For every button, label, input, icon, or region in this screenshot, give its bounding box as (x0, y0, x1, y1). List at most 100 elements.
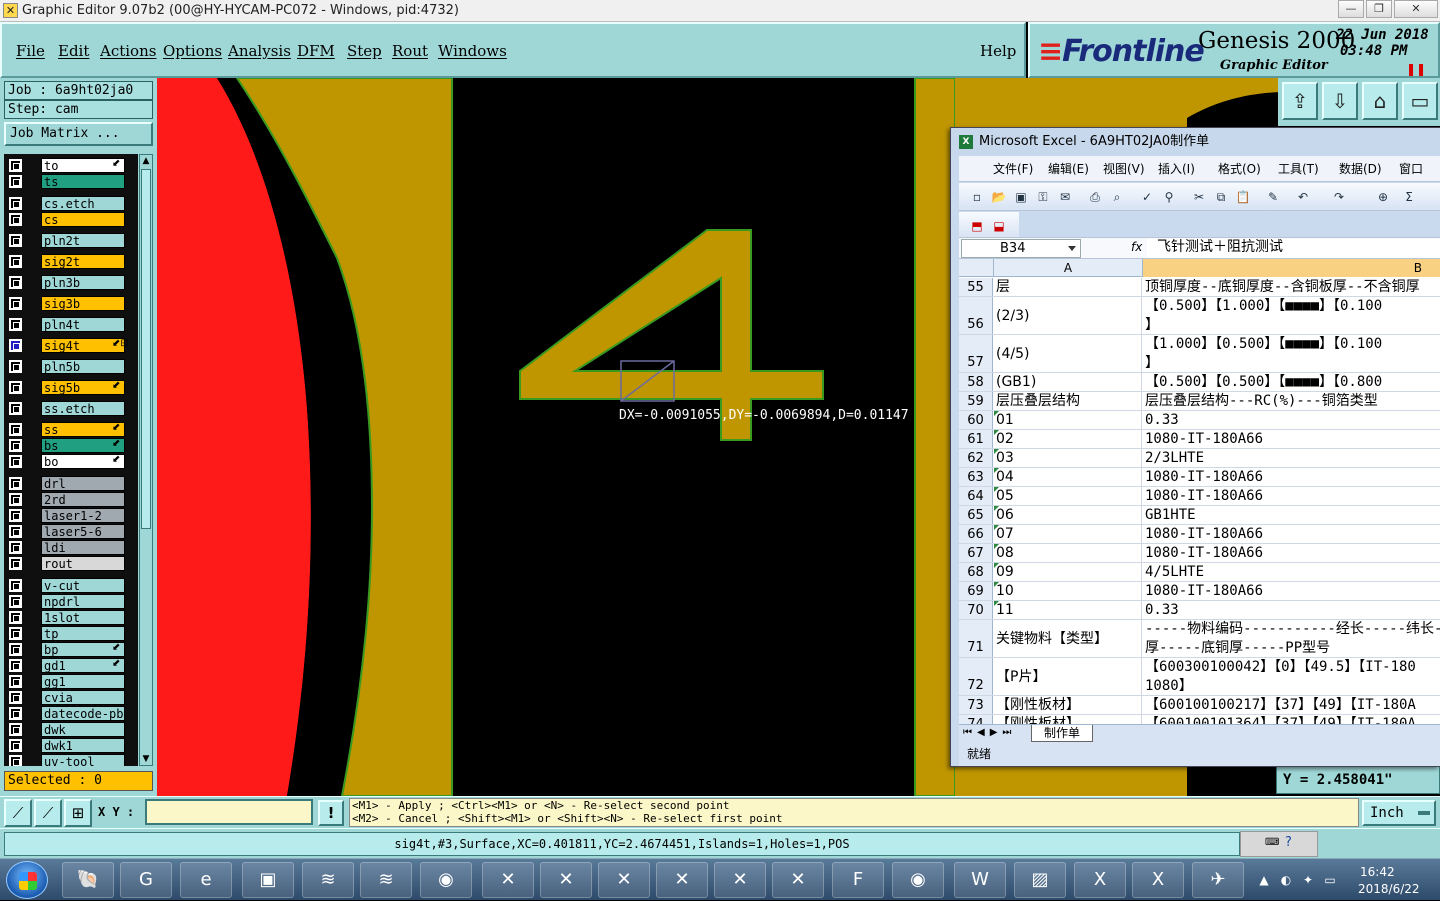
layer-name[interactable]: tp (41, 626, 125, 641)
grid-icon[interactable]: ⊞ (64, 799, 92, 827)
layer-checkbox[interactable] (9, 360, 22, 373)
units-select[interactable]: Inch (1362, 800, 1436, 826)
cell-a[interactable]: 04 (994, 468, 1142, 486)
layer-row-gd1[interactable]: gd1 ⬋ (4, 658, 138, 673)
new-icon[interactable]: ▫ (969, 189, 985, 205)
redo-icon[interactable]: ↷ (1331, 189, 1347, 205)
layer-name[interactable]: pln4t (41, 317, 125, 332)
start-button[interactable] (6, 861, 48, 899)
row-number[interactable]: 73 (959, 696, 993, 714)
print-icon[interactable]: ⎙ (1087, 189, 1103, 205)
row-number[interactable]: 72 (959, 658, 993, 695)
layer-row-laser1-2[interactable]: laser1-2 (4, 508, 138, 523)
cell-b[interactable]: 0.33 (1143, 601, 1440, 619)
layer-row-laser5-6[interactable]: laser5-6 (4, 524, 138, 539)
layer-name[interactable]: pln5b (41, 359, 125, 374)
layer-name[interactable]: sig2t (41, 254, 125, 269)
taskbar-frontline-icon[interactable]: F (832, 862, 884, 898)
layer-name[interactable]: drl (41, 476, 125, 491)
layer-checkbox[interactable] (9, 691, 22, 704)
layer-row-sig4t[interactable]: sig4t ⬋⊞ (4, 338, 138, 353)
copy-icon[interactable]: ⧉ (1213, 189, 1229, 205)
layer-row-dwk1[interactable]: dwk1 (4, 738, 138, 753)
layer-row-bp[interactable]: bp ⬋ (4, 642, 138, 657)
taskbar-ie-icon[interactable]: e (180, 862, 232, 898)
layer-checkbox[interactable] (9, 318, 22, 331)
taskbar-word-icon[interactable]: W (954, 862, 1006, 898)
layer-name[interactable]: ss.etch (41, 401, 125, 416)
layer-row-tp[interactable]: tp (4, 626, 138, 641)
layer-row-2rd[interactable]: 2rd (4, 492, 138, 507)
excel-menu-tools[interactable]: 工具(T) (1278, 156, 1319, 182)
warning-icon[interactable]: ! (318, 800, 344, 826)
ime-toolbar[interactable]: ⌨ ? (1240, 831, 1318, 857)
layer-row-ldi[interactable]: ldi (4, 540, 138, 555)
tray-monitor-icon[interactable]: ▭ (1322, 872, 1338, 888)
taskbar-genesis5-icon[interactable]: ✕ (714, 862, 766, 898)
taskbar-excel2-icon[interactable]: X (1132, 862, 1184, 898)
row-number[interactable]: 55 (959, 278, 993, 296)
layer-row-sig5b[interactable]: sig5b ⬋ (4, 380, 138, 395)
taskbar-picture-icon[interactable]: ▨ (1014, 862, 1066, 898)
taskbar-genesis2-icon[interactable]: ✕ (540, 862, 592, 898)
taskbar-genesis1-icon[interactable]: ✕ (482, 862, 534, 898)
layer-row-sig3b[interactable]: sig3b (4, 296, 138, 311)
layer-checkbox[interactable] (9, 755, 22, 766)
cell-a[interactable]: 01 (994, 411, 1142, 429)
menu-file[interactable]: File (16, 42, 45, 60)
layer-checkbox[interactable] (9, 297, 22, 310)
layer-row-ss[interactable]: ss ⬋ (4, 422, 138, 437)
layer-name[interactable]: ts (41, 174, 125, 189)
cut-icon[interactable]: ✂ (1191, 189, 1207, 205)
taskbar-scroll-icon[interactable]: ≋ (302, 862, 354, 898)
layer-checkbox[interactable] (9, 423, 22, 436)
menu-windows[interactable]: Windows (438, 42, 507, 60)
export-icon[interactable]: ⇪ (1282, 82, 1318, 120)
layer-row-sig2t[interactable]: sig2t (4, 254, 138, 269)
layer-checkbox[interactable] (9, 627, 22, 640)
cell-b[interactable]: 【1.000】【0.500】【■■■■】【0.100 】 (1143, 335, 1440, 372)
minimize-button[interactable]: — (1338, 0, 1364, 18)
menu-dfm[interactable]: DFM (297, 42, 335, 60)
email-icon[interactable]: ✉ (1057, 189, 1073, 205)
help-icon[interactable]: ? (1285, 835, 1292, 850)
cell-a[interactable]: 层压叠层结构 (994, 392, 1142, 410)
layer-row-bo[interactable]: bo ⬋ (4, 454, 138, 469)
row-number[interactable]: 58 (959, 373, 993, 391)
layer-row-ss.etch[interactable]: ss.etch (4, 401, 138, 416)
cell-a[interactable]: 层 (994, 278, 1142, 296)
cell-a[interactable]: 【刚性板材】 (994, 715, 1142, 724)
column-header-b[interactable]: B (1143, 259, 1440, 277)
taskbar-save-icon[interactable]: ▣ (242, 862, 294, 898)
cell-a[interactable]: 03 (994, 449, 1142, 467)
row-number[interactable]: 65 (959, 506, 993, 524)
layer-checkbox[interactable] (9, 276, 22, 289)
taskbar-scroll2-icon[interactable]: ≋ (360, 862, 412, 898)
layer-name[interactable]: pln3b (41, 275, 125, 290)
cell-a[interactable]: (GB1) (994, 373, 1142, 391)
layer-checkbox[interactable] (9, 493, 22, 506)
layer-checkbox[interactable] (9, 611, 22, 624)
select-all-corner[interactable] (959, 259, 994, 277)
layer-name[interactable]: rout (41, 556, 125, 571)
layer-checkbox[interactable] (9, 213, 22, 226)
row-number[interactable]: 68 (959, 563, 993, 581)
layer-checkbox[interactable] (9, 675, 22, 688)
layer-name[interactable]: cvia (41, 690, 125, 705)
chevron-down-icon[interactable] (1068, 246, 1076, 251)
layer-checkbox[interactable] (9, 455, 22, 468)
layer-checkbox[interactable] (9, 707, 22, 720)
layer-row-1slot[interactable]: 1slot (4, 610, 138, 625)
layer-name[interactable]: cs.etch (41, 196, 125, 211)
row-number[interactable]: 64 (959, 487, 993, 505)
layer-checkbox[interactable] (9, 234, 22, 247)
layer-checkbox[interactable] (9, 339, 22, 352)
pdf-icon[interactable]: ⬒ (969, 218, 985, 234)
layer-name[interactable]: 1slot (41, 610, 125, 625)
sheet-nav-icons[interactable]: ⏮◀▶⏭ (963, 727, 1016, 738)
pause-icon[interactable]: ❚❚ (1406, 62, 1426, 76)
research-icon[interactable]: ⚲ (1161, 189, 1177, 205)
row-number[interactable]: 71 (959, 620, 993, 657)
layer-checkbox[interactable] (9, 402, 22, 415)
layer-name[interactable]: laser1-2 (41, 508, 125, 523)
